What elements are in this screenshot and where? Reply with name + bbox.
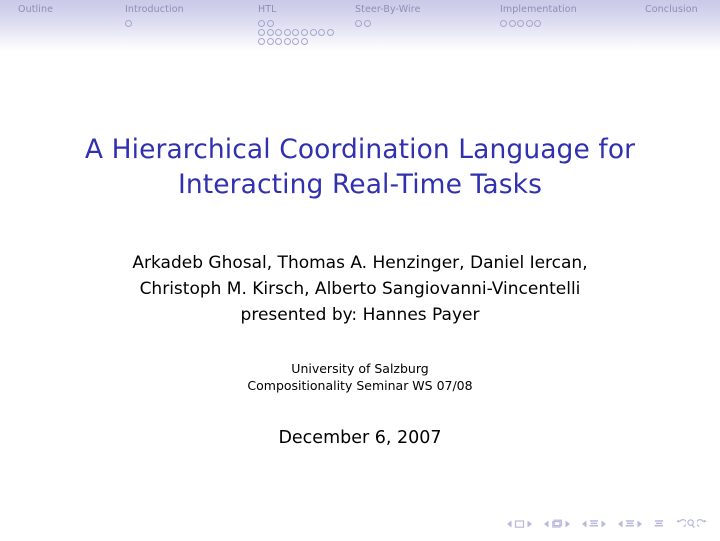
slide-navigation-group[interactable] [506,518,533,530]
author-line-2: Christoph M. Kirsch, Alberto Sangiovanni… [139,279,581,299]
document-navigation-group[interactable] [653,518,665,530]
next-slide-icon[interactable] [526,518,533,530]
frame-navigation-group[interactable] [543,518,571,530]
frame-icon [550,518,564,530]
beamer-navigation-symbols[interactable] [496,516,708,532]
go-back-icon[interactable] [675,518,686,530]
document-icon[interactable] [653,518,665,530]
history-navigation-group[interactable] [675,518,708,530]
previous-slide-icon[interactable] [506,518,513,530]
institute-line-1: University of Salzburg [291,361,429,376]
next-section-icon[interactable] [636,518,643,530]
subsection-icon [588,518,600,530]
presentation-slide: Outline Introduction HTL Steer-By-Wire Imple… [0,0,720,541]
slide-icon [513,518,526,530]
go-forward-icon[interactable] [697,518,708,530]
section-icon [624,518,636,530]
title-line-2: Interacting Real-Time Tasks [177,169,543,200]
institute-block: University of Salzburg Compositionality S… [60,360,660,394]
page-title: A Hierarchical Coordination Language for… [60,132,660,202]
author-list: Arkadeb Ghosal, Thomas A. Henzinger, Dan… [60,250,660,328]
next-subsection-icon[interactable] [600,518,607,530]
institute-line-2: Compositionality Seminar WS 07/08 [247,378,473,393]
next-frame-icon[interactable] [564,518,571,530]
author-line-1: Arkadeb Ghosal, Thomas A. Henzinger, Dan… [132,253,588,273]
search-icon[interactable] [686,518,697,530]
previous-section-icon[interactable] [617,518,624,530]
subsection-navigation-group[interactable] [581,518,607,530]
presentation-date: December 6, 2007 [278,428,442,448]
section-navigation-group[interactable] [617,518,643,530]
title-line-1: A Hierarchical Coordination Language for [84,134,636,165]
previous-subsection-icon[interactable] [581,518,588,530]
author-line-3: presented by: Hannes Payer [240,305,480,325]
title-page: A Hierarchical Coordination Language for… [0,0,720,541]
previous-frame-icon[interactable] [543,518,550,530]
